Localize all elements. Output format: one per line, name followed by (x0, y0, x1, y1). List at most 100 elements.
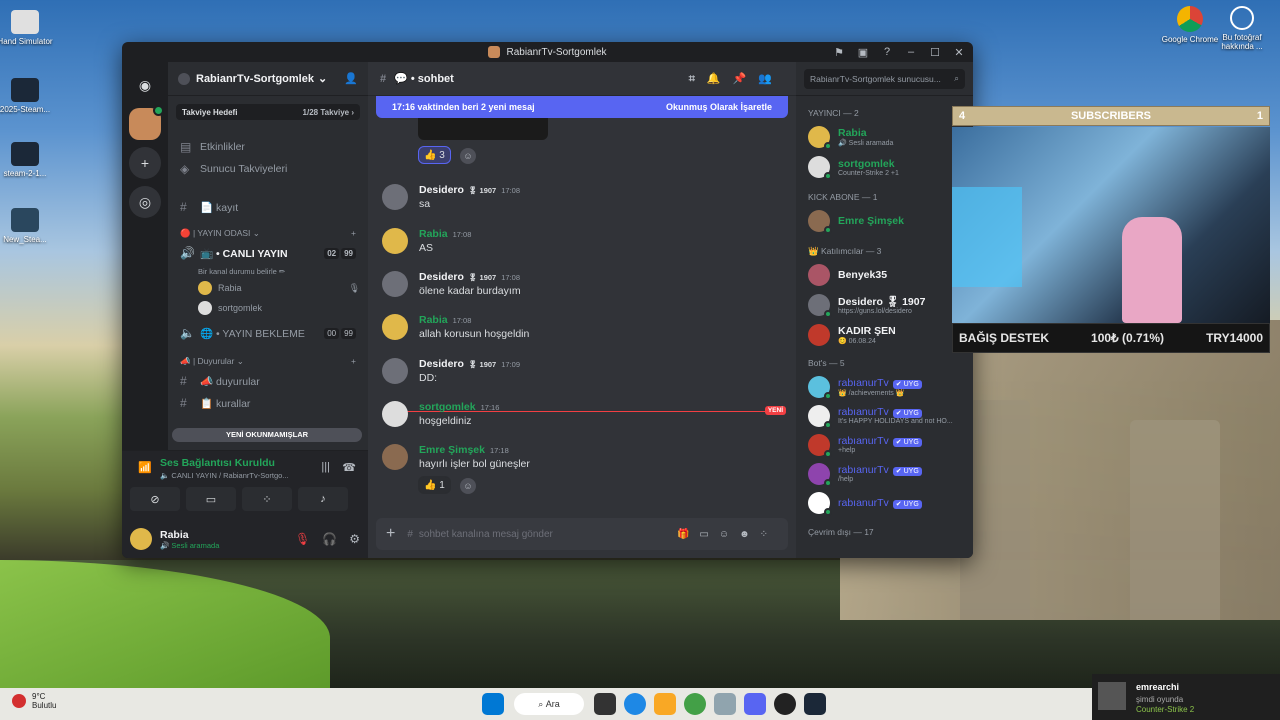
events-item[interactable]: ▤ Etkinlikler (168, 136, 368, 158)
voice-user-rabia[interactable]: Rabia 🎙 (168, 278, 368, 298)
mic-muted-icon[interactable]: 🎙 (295, 532, 310, 546)
new-unread-pill[interactable]: YENİ OKUNMAMIŞLAR (172, 428, 362, 442)
start-icon[interactable] (482, 693, 504, 715)
chevron-down-icon: ⌄ (317, 73, 328, 85)
header-tools-icons[interactable]: ⌗🔔📌👥 (689, 72, 784, 86)
bot-badge: ✔ UYG (892, 467, 922, 476)
task-view-icon[interactable] (594, 693, 616, 715)
taskbar-search[interactable]: ⌕ Ara (514, 693, 584, 715)
voice-channel-yayin-bekleme[interactable]: 🔈 🌐 • YAYIN BEKLEME 00 99 (168, 322, 368, 344)
bot-item[interactable]: rabıanurTv ✔ UYG +help (796, 430, 973, 459)
add-reaction-icon[interactable]: ☺ (460, 148, 476, 164)
activities-button[interactable]: ⁘ (242, 487, 292, 511)
discord-window: RabianrTv-Sortgomlek ⚑ ▣ ? – ☐ ✕ ◉ + ◎ R… (122, 42, 973, 558)
image-attachment[interactable] (418, 118, 548, 140)
add-channel-icon[interactable]: + (351, 356, 356, 366)
inbox-icon[interactable]: ▣ (855, 44, 871, 60)
help-icon[interactable]: ? (879, 44, 895, 60)
member-item[interactable]: KADIR ŞEN 😊 06.08.24 (796, 320, 973, 350)
desktop-icon-new-steam[interactable]: New_Stea... (0, 208, 55, 244)
category-duyurular[interactable]: 📣 | Duyurular ⌄ + (168, 352, 368, 370)
mark-read-button[interactable]: Okunmuş Olarak İşaretle (666, 102, 772, 112)
avatar (808, 324, 830, 346)
settings-icon[interactable] (714, 693, 736, 715)
composer-placeholder[interactable]: sohbet kanalına mesaj gönder (419, 529, 553, 540)
flag-icon[interactable]: ⚑ (831, 44, 847, 60)
member-item[interactable]: Desidero 🎖 1907 https://guns.lol/desidero (796, 290, 973, 320)
voice-channel-path[interactable]: 🔈 CANLI YAYIN / RabianrTv-Sortgo... (160, 471, 289, 480)
search-input[interactable]: RabianrTv-Sortgomlek sunucusu... ⌕ (804, 68, 965, 89)
hash-icon: # (180, 396, 187, 410)
minimize-button[interactable]: – (903, 44, 919, 60)
voice-user-sortgomlek[interactable]: sortgomlek (168, 298, 368, 318)
gaming-chair (1122, 217, 1182, 323)
edge-icon[interactable] (624, 693, 646, 715)
avatar (382, 271, 408, 297)
noise-suppression-icon[interactable]: ||| (321, 461, 330, 473)
offline-group-title: Çevrim dışı — 17 (808, 527, 874, 537)
server-header[interactable]: RabianrTv-Sortgomlek ⌄ 👤 (168, 62, 368, 96)
desktop-icon-photo-info[interactable]: Bu fotoğraf hakkında ... (1212, 6, 1272, 51)
weather-alert-icon (12, 694, 26, 708)
reaction-thumbs-up[interactable]: 👍 1 (418, 476, 451, 494)
server-name: RabianrTv-Sortgomlek (196, 72, 314, 85)
obs-icon[interactable] (774, 693, 796, 715)
add-channel-icon[interactable]: + (351, 228, 356, 238)
desktop-icon-chrome[interactable]: Google Chrome (1160, 6, 1220, 44)
disconnect-icon[interactable]: ☎ (342, 461, 356, 474)
member-item[interactable]: Benyek35 (796, 260, 973, 290)
add-reaction-icon[interactable]: ☺ (460, 478, 476, 494)
channel-kayit[interactable]: # 📄 kayıt (168, 196, 368, 218)
taskbar: 9°C Bulutlu ⌕ Ara (0, 688, 1280, 720)
bot-item[interactable]: rabıanurTv ✔ UYG (796, 488, 973, 517)
weather-widget[interactable]: 9°C Bulutlu (12, 692, 56, 710)
channel-kurallar[interactable]: # 📋 kurallar (168, 392, 368, 414)
file-explorer-icon[interactable] (654, 693, 676, 715)
channel-duyurular[interactable]: # 📣 duyurular (168, 370, 368, 392)
bot-badge: ✔ UYG (892, 379, 922, 389)
avatar (808, 375, 832, 400)
member-item[interactable]: Emre Şimşek (796, 206, 973, 236)
server-button[interactable] (129, 105, 164, 140)
steam-notification[interactable]: emrearchi şimdi oyunda Counter-Strike 2 (1092, 674, 1280, 720)
member-item[interactable]: sortgomlek Counter-Strike 2 +1 (796, 152, 973, 182)
user-avatar[interactable] (130, 528, 152, 550)
settings-gear-icon[interactable]: ⚙ (349, 532, 360, 546)
add-attachment-icon[interactable]: + (386, 525, 395, 543)
webcam-feed (952, 127, 1270, 323)
steam-icon[interactable] (804, 693, 826, 715)
camera-off-button[interactable]: ⊘ (130, 487, 180, 511)
bot-item[interactable]: rabıanurTv ✔ UYG 👑 /achievements 👑 (796, 372, 973, 401)
headphones-icon[interactable]: 🎧 (322, 532, 337, 546)
desktop-icon-steam-2025[interactable]: 2025-Steam... (0, 78, 55, 114)
reaction-thumbs-up[interactable]: 👍 3 (418, 146, 451, 164)
member-item[interactable]: Rabia 🔊 Sesli aramada (796, 122, 973, 152)
discord-home-icon[interactable]: ◉ (129, 69, 161, 101)
notification-dot (153, 105, 164, 116)
voice-channel-canli-yayin[interactable]: 🔊 📺 • CANLI YAYIN 02 99 (168, 242, 368, 264)
chrome-icon[interactable] (684, 693, 706, 715)
voice-status[interactable]: Ses Bağlantısı Kuruldu (160, 457, 275, 469)
channel-status[interactable]: Bir kanal durumu belirle ✏ (168, 264, 368, 278)
desktop-icon-steam-2-1[interactable]: steam-2-1... (0, 142, 55, 178)
server-boosts-item[interactable]: ◈ Sunucu Takviyeleri (168, 158, 368, 180)
close-button[interactable]: ✕ (951, 44, 967, 60)
discord-icon[interactable] (744, 693, 766, 715)
avatar (808, 294, 832, 318)
desktop-icon-hand-simulator[interactable]: Hand Simulator (0, 10, 55, 46)
soundboard-button[interactable]: ♪ (298, 487, 348, 511)
bot-item[interactable]: rabıanurTv ✔ UYG It's HAPPY HOLIDAYS and n… (796, 401, 973, 430)
new-messages-banner[interactable]: 17:16 vaktinden beri 2 yeni mesaj Okunmu… (376, 96, 788, 118)
bot-item[interactable]: rabıanurTv ✔ UYG/help (796, 459, 973, 488)
boost-goal[interactable]: Takviye Hedefi 1/28 Takviye › (176, 104, 360, 120)
screen-share-button[interactable]: ▭ (186, 487, 236, 511)
maximize-button[interactable]: ☐ (927, 44, 943, 60)
category-yayin-odasi[interactable]: 🔴 | YAYIN ODASI ⌄ + (168, 224, 368, 242)
composer-tools-icons[interactable]: 🎁▭☺☻⁘ (677, 529, 778, 540)
member-group-title: 👑 Katılımcılar — 3 (808, 245, 882, 256)
discover-icon[interactable]: ◎ (129, 186, 161, 218)
add-server-icon[interactable]: + (129, 147, 161, 179)
user-name[interactable]: Rabia (160, 529, 219, 541)
message-composer[interactable]: + # sohbet kanalına mesaj gönder 🎁▭☺☻⁘ (376, 518, 788, 550)
invite-icon[interactable]: 👤 (344, 72, 358, 85)
